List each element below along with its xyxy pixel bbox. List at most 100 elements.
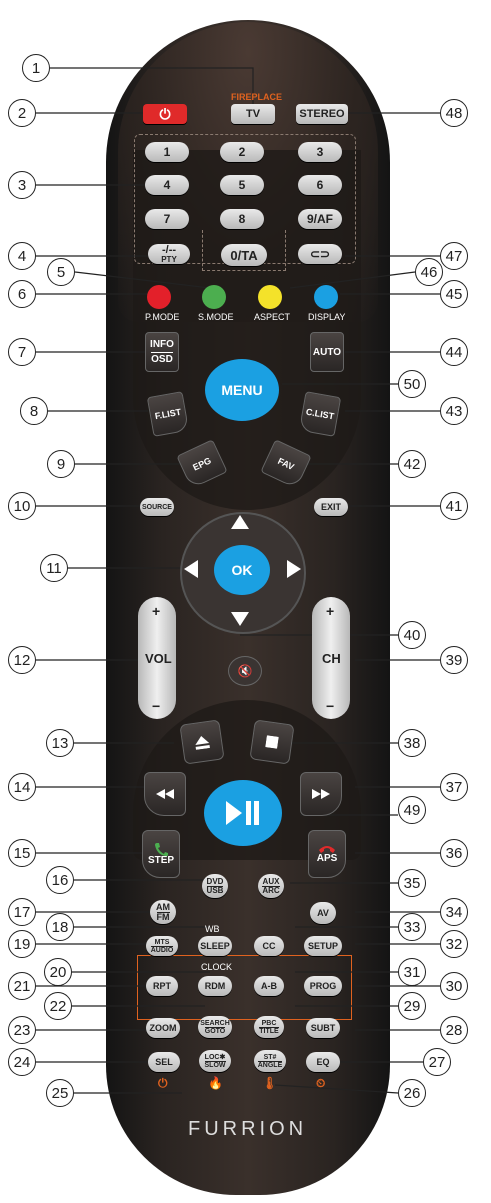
callout-16: 16: [46, 866, 74, 894]
aspect-label: ASPECT: [254, 312, 291, 322]
num-9-af-button[interactable]: 9/AF: [298, 209, 342, 229]
stop-icon: [265, 735, 279, 749]
rewind-icon: [156, 789, 174, 799]
auto-button[interactable]: AUTO: [310, 332, 344, 372]
mts-label: MTS: [154, 938, 170, 946]
num-4-button[interactable]: 4: [145, 175, 189, 195]
dash-pty-button[interactable]: -/-- PTY: [148, 244, 190, 264]
callout-18: 18: [46, 913, 74, 941]
stop-button[interactable]: [249, 719, 295, 765]
rpt-button[interactable]: RPT: [146, 976, 178, 996]
angle-label: ANGLE: [257, 1060, 283, 1069]
left-arrow-button[interactable]: [184, 560, 198, 578]
eject-button[interactable]: [179, 719, 225, 765]
callout-28: 28: [440, 1016, 468, 1044]
step-button[interactable]: STEP: [142, 830, 180, 878]
st-angle-button[interactable]: ST# ANGLE: [254, 1050, 286, 1072]
clock-label: CLOCK: [201, 962, 233, 972]
zoom-button[interactable]: ZOOM: [146, 1018, 180, 1038]
av-button[interactable]: AV: [310, 902, 336, 924]
right-arrow-button[interactable]: [287, 560, 301, 578]
callout-44: 44: [440, 338, 468, 366]
callout-33: 33: [398, 913, 426, 941]
ab-button[interactable]: A-B: [254, 976, 284, 996]
callout-14: 14: [8, 773, 36, 801]
down-arrow-button[interactable]: [231, 612, 249, 626]
callout-8: 8: [20, 397, 48, 425]
aps-button[interactable]: APS: [308, 830, 346, 878]
pbc-title-button[interactable]: PBC TITLE: [254, 1016, 284, 1038]
up-arrow-button[interactable]: [231, 515, 249, 529]
source-button[interactable]: SOURCE: [140, 498, 174, 516]
fire-power-icon: ⏻: [158, 1076, 168, 1090]
callout-49: 49: [398, 796, 426, 824]
mts-audio-button[interactable]: MTS AUDIO: [146, 936, 178, 956]
phone-green-icon: [155, 843, 168, 856]
num-6-button[interactable]: 6: [298, 175, 342, 195]
ch-label: CH: [322, 651, 341, 666]
callout-40: 40: [398, 621, 426, 649]
callout-15: 15: [8, 839, 36, 867]
sel-button[interactable]: SEL: [148, 1052, 180, 1072]
exit-button[interactable]: EXIT: [314, 498, 348, 516]
menu-button[interactable]: MENU: [205, 359, 279, 421]
play-pause-button[interactable]: [204, 780, 282, 846]
red-button[interactable]: [147, 285, 171, 309]
callout-4: 4: [8, 242, 36, 270]
callout-26: 26: [398, 1079, 426, 1107]
eject-icon: [195, 736, 210, 750]
osd-label: OSD: [151, 351, 173, 365]
ok-button[interactable]: OK: [214, 545, 270, 595]
callout-10: 10: [8, 492, 36, 520]
arc-label: ARC: [262, 885, 280, 895]
power-button[interactable]: ⏻: [143, 104, 187, 124]
num-8-button[interactable]: 8: [220, 209, 264, 229]
green-button[interactable]: [202, 285, 226, 309]
fast-forward-button[interactable]: [300, 772, 342, 816]
num-1-button[interactable]: 1: [145, 142, 189, 162]
rewind-button[interactable]: [144, 772, 186, 816]
loc-label: LOC✱: [204, 1053, 226, 1061]
rdm-button[interactable]: RDM: [198, 976, 232, 996]
audio-label: AUDIO: [150, 945, 174, 954]
eq-button[interactable]: EQ: [306, 1052, 340, 1072]
vol-label: VOL: [145, 651, 172, 666]
num-3-button[interactable]: 3: [298, 142, 342, 162]
callout-41: 41: [440, 492, 468, 520]
title-label: TITLE: [259, 1026, 279, 1035]
goto-label: GOTO: [204, 1026, 226, 1035]
dvd-label: DVD: [206, 876, 224, 886]
info-osd-button[interactable]: INFO OSD: [145, 332, 179, 372]
setup-button[interactable]: SETUP: [304, 936, 342, 956]
stereo-button[interactable]: STEREO: [296, 104, 348, 124]
yellow-button[interactable]: [258, 285, 282, 309]
am-fm-button[interactable]: AM FM: [150, 900, 176, 924]
search-goto-button[interactable]: SEARCH GOTO: [198, 1016, 232, 1038]
clist-button[interactable]: C.LIST: [298, 391, 342, 437]
loc-slow-button[interactable]: LOC✱ SLOW: [199, 1050, 231, 1072]
dvd-usb-button[interactable]: DVD USB: [202, 874, 228, 898]
num-2-button[interactable]: 2: [220, 142, 264, 162]
prog-button[interactable]: PROG: [304, 976, 342, 996]
callout-45: 45: [440, 280, 468, 308]
tv-button[interactable]: TV: [231, 104, 275, 124]
num-7-button[interactable]: 7: [145, 209, 189, 229]
blue-button[interactable]: [314, 285, 338, 309]
cc-button[interactable]: CC: [254, 936, 284, 956]
fm-label: FM: [156, 911, 170, 922]
return-button[interactable]: ⊂⊃: [298, 244, 342, 264]
callout-21: 21: [8, 972, 36, 1000]
callout-7: 7: [8, 338, 36, 366]
aux-label: AUX: [262, 876, 280, 886]
callout-22: 22: [44, 992, 72, 1020]
sleep-button[interactable]: SLEEP: [198, 936, 232, 956]
num-0-ta-button[interactable]: 0/TA: [221, 244, 267, 266]
aux-arc-button[interactable]: AUX ARC: [258, 874, 284, 898]
callout-34: 34: [440, 898, 468, 926]
wb-label: WB: [205, 924, 220, 934]
callout-9: 9: [47, 450, 75, 478]
num-5-button[interactable]: 5: [220, 175, 264, 195]
mute-button[interactable]: 🔇: [228, 656, 262, 686]
callout-42: 42: [398, 450, 426, 478]
subt-button[interactable]: SUBT: [306, 1018, 340, 1038]
